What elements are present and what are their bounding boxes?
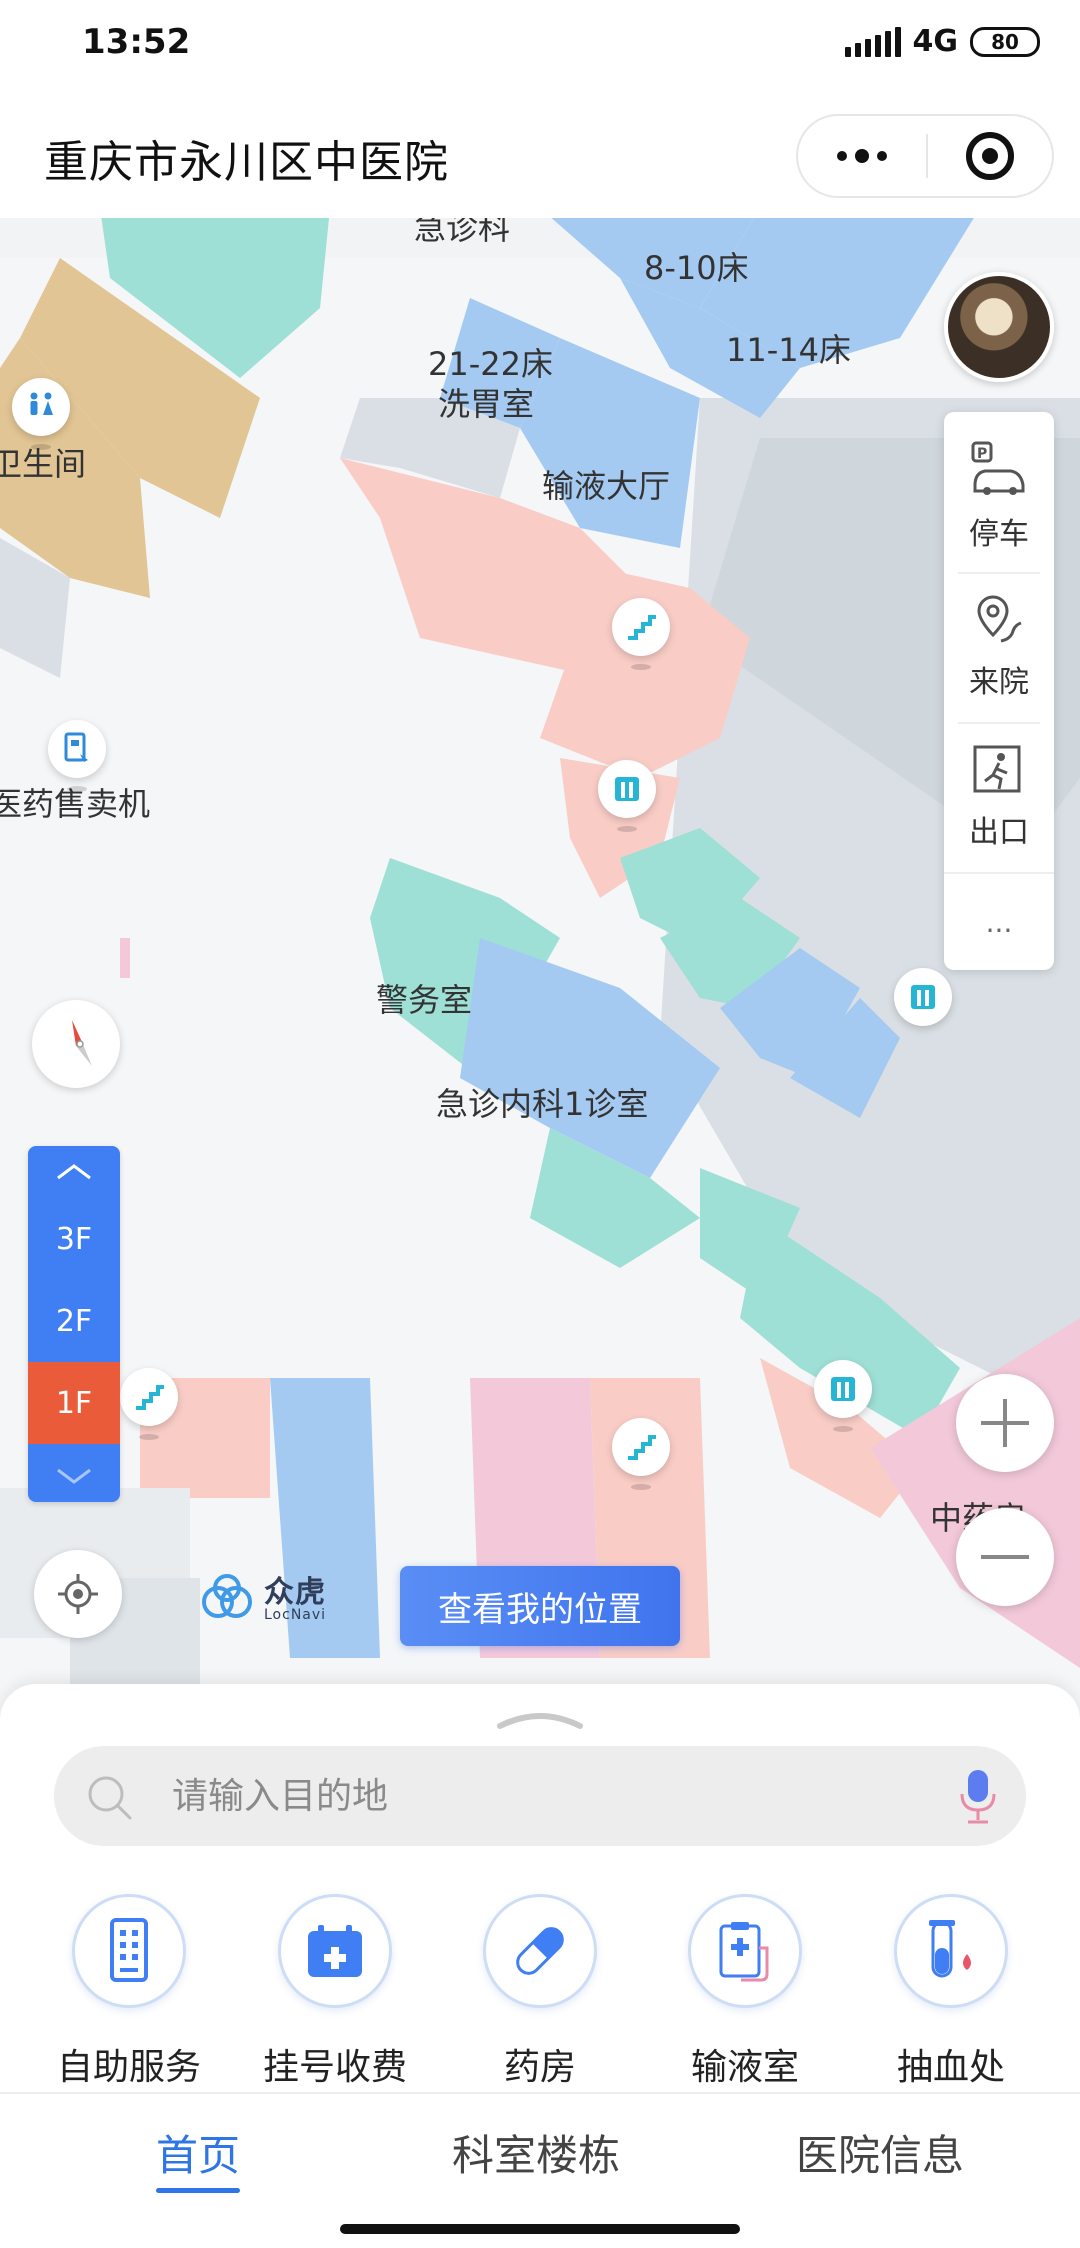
exit-button[interactable]: 出口 bbox=[944, 722, 1054, 872]
elevator-icon[interactable] bbox=[814, 1360, 872, 1418]
miniprogram-capsule bbox=[796, 114, 1054, 198]
stairs-icon[interactable] bbox=[612, 598, 670, 656]
home-indicator[interactable] bbox=[340, 2224, 740, 2234]
page-title: 重庆市永川区中医院 bbox=[44, 137, 449, 188]
room-label-beds-8-10[interactable]: 8-10床 bbox=[644, 248, 749, 288]
sheet-handle-icon[interactable] bbox=[494, 1708, 586, 1730]
visit-label: 来院 bbox=[969, 665, 1029, 700]
service-label: 挂号收费 bbox=[262, 2047, 407, 2088]
parking-label: 停车 bbox=[969, 517, 1029, 552]
service-label: 药房 bbox=[503, 2047, 576, 2088]
status-time: 13:52 bbox=[82, 22, 191, 62]
more-options-button[interactable]: ... bbox=[944, 872, 1054, 970]
vending-machine-icon[interactable] bbox=[48, 720, 106, 778]
zoom-in-button[interactable] bbox=[956, 1374, 1054, 1472]
view-my-location-button[interactable]: 查看我的位置 bbox=[400, 1566, 680, 1646]
room-label-gastric-lavage[interactable]: 洗胃室 bbox=[438, 384, 534, 424]
stairs-icon[interactable] bbox=[120, 1368, 178, 1426]
zoom-out-button[interactable] bbox=[956, 1508, 1054, 1606]
visit-button[interactable]: 来院 bbox=[944, 572, 1054, 722]
room-label-internal-med-1[interactable]: 急诊内科1诊室 bbox=[436, 1084, 648, 1124]
service-self-service[interactable]: 自助服务 bbox=[44, 1894, 214, 2090]
parking-button[interactable]: P 停车 bbox=[944, 422, 1054, 572]
compass-icon[interactable] bbox=[32, 1000, 120, 1088]
service-blood-draw[interactable]: 抽血处 bbox=[866, 1894, 1036, 2090]
tab-departments[interactable]: 科室楼栋 bbox=[452, 2122, 620, 2183]
elevator-icon[interactable] bbox=[894, 968, 952, 1026]
indoor-map[interactable]: 急诊科 8-10床 11-14床 21-22床 洗胃室 输液大厅 卫生间 医药售… bbox=[0, 218, 1080, 1718]
close-miniprogram-icon[interactable] bbox=[928, 116, 1052, 196]
exit-icon bbox=[973, 745, 1021, 793]
crosshair-icon bbox=[58, 1574, 98, 1614]
logo-text-cn: 众虎 bbox=[264, 1575, 326, 1610]
pill-icon bbox=[483, 1894, 597, 2008]
room-label-police[interactable]: 警务室 bbox=[376, 980, 472, 1020]
floor-switcher: 3F 2F 1F bbox=[28, 1146, 120, 1502]
floor-down-chevron-icon[interactable] bbox=[28, 1450, 120, 1502]
signal-icon bbox=[844, 26, 901, 57]
clipboard-iv-icon bbox=[688, 1894, 802, 2008]
search-icon bbox=[88, 1776, 132, 1820]
battery-indicator: 80 bbox=[970, 26, 1040, 57]
floor-1f-button[interactable]: 1F bbox=[28, 1362, 120, 1444]
microphone-icon[interactable] bbox=[954, 1766, 1002, 1828]
location-route-icon bbox=[977, 595, 1022, 643]
status-bar: 13:52 4G 80 bbox=[0, 0, 1080, 90]
test-tube-icon bbox=[894, 1894, 1008, 2008]
exit-label: 出口 bbox=[969, 815, 1029, 850]
room-label-infusion-hall[interactable]: 输液大厅 bbox=[542, 466, 670, 506]
search-bar[interactable] bbox=[54, 1746, 1026, 1846]
logo-text-en: LocNavi bbox=[264, 1607, 327, 1623]
stairs-icon[interactable] bbox=[612, 1418, 670, 1476]
room-label-beds-11-14[interactable]: 11-14床 bbox=[726, 330, 851, 370]
search-input[interactable] bbox=[172, 1746, 932, 1846]
floor-up-chevron-icon[interactable] bbox=[28, 1146, 120, 1198]
user-avatar[interactable] bbox=[944, 272, 1054, 382]
room-label-beds-21-22[interactable]: 21-22床 bbox=[428, 344, 553, 384]
calendar-plus-icon bbox=[278, 1894, 392, 2008]
floor-3f-button[interactable]: 3F bbox=[28, 1198, 120, 1280]
bottom-sheet: 自助服务 挂号收费 药房 输液室 抽血处 bbox=[0, 1684, 1080, 2092]
service-label: 抽血处 bbox=[896, 2047, 1005, 2088]
status-indicators: 4G 80 bbox=[844, 24, 1040, 59]
service-pharmacy[interactable]: 药房 bbox=[455, 1894, 625, 2090]
floor-2f-button[interactable]: 2F bbox=[28, 1280, 120, 1362]
restroom-icon[interactable] bbox=[12, 378, 70, 436]
more-menu-icon[interactable] bbox=[798, 116, 926, 196]
locnavi-logo: 众虎 LocNavi bbox=[196, 1572, 326, 1628]
locate-me-button[interactable] bbox=[34, 1550, 122, 1638]
kiosk-icon bbox=[72, 1894, 186, 2008]
service-registration[interactable]: 挂号收费 bbox=[250, 1894, 420, 2090]
room-label-emergency[interactable]: 急诊科 bbox=[414, 218, 510, 248]
service-label: 输液室 bbox=[690, 2047, 799, 2088]
locnavi-logo-icon bbox=[202, 1574, 252, 1618]
elevator-icon[interactable] bbox=[598, 760, 656, 818]
room-label-restroom[interactable]: 卫生间 bbox=[0, 444, 86, 484]
parking-icon: P bbox=[971, 441, 1025, 495]
tab-hospital-info[interactable]: 医院信息 bbox=[796, 2122, 964, 2183]
network-type: 4G bbox=[912, 24, 959, 59]
quick-access-panel: P 停车 来院 出口 ... bbox=[944, 412, 1054, 970]
svg-text:P: P bbox=[977, 446, 987, 462]
tab-home[interactable]: 首页 bbox=[156, 2122, 241, 2193]
service-infusion-room[interactable]: 输液室 bbox=[660, 1894, 830, 2090]
service-label: 自助服务 bbox=[56, 2047, 201, 2088]
title-bar: 重庆市永川区中医院 bbox=[0, 90, 1080, 218]
